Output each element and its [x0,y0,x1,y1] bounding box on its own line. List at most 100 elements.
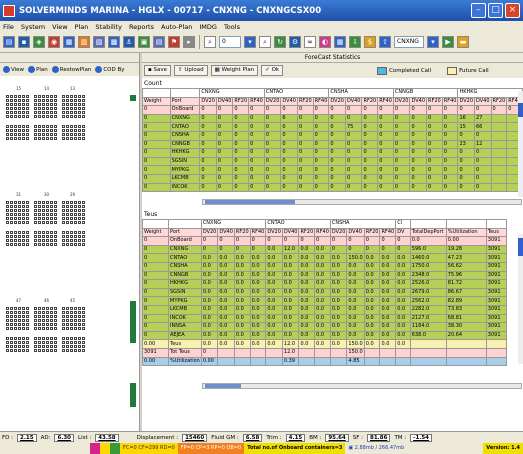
slot-cell[interactable] [78,243,81,246]
slot-cell[interactable] [6,99,9,102]
slot-cell[interactable] [14,311,17,314]
slot-cell[interactable] [6,243,9,246]
slot-cell[interactable] [10,341,13,344]
slot-cell[interactable] [26,129,29,132]
slot-cell[interactable] [18,349,21,352]
slot-cell[interactable] [74,341,77,344]
settings-icon[interactable]: ⚙ [289,36,301,48]
slot-cell[interactable] [50,307,53,310]
slot-cell[interactable] [42,315,45,318]
slot-cell[interactable] [74,327,77,330]
slot-cell[interactable] [22,103,25,106]
slot-cell[interactable] [26,107,29,110]
slot-cell[interactable] [46,217,49,220]
slot-cell[interactable] [6,205,9,208]
slot-cell[interactable] [26,99,29,102]
bay-grid[interactable] [62,201,85,224]
bay-grid[interactable] [62,125,85,140]
slot-cell[interactable] [22,231,25,234]
stack-icon[interactable]: ▥ [78,36,90,48]
slot-cell[interactable] [74,345,77,348]
radio-restow-plan[interactable]: RestowPlan [51,66,91,73]
slot-cell[interactable] [78,327,81,330]
table-row[interactable]: 0 CNTAO 0 0 0 0 0 0 0 0 0 75 0 0 0 0 0 0 15 66 [142,122,523,132]
slot-cell[interactable] [62,349,65,352]
slot-cell[interactable] [38,95,41,98]
slot-cell[interactable] [74,337,77,340]
bay-grid[interactable] [34,231,57,246]
slot-cell[interactable] [14,133,17,136]
slot-cell[interactable] [70,307,73,310]
slot-cell[interactable] [62,107,65,110]
slot-cell[interactable] [22,243,25,246]
slot-cell[interactable] [22,337,25,340]
table-row[interactable]: 0 OnBoard 0 0 0 0 0 0 0 0 0 0 0 0 0 0 0 0 0 0 0 0 [142,105,523,115]
slot-cell[interactable] [14,341,17,344]
menu-plan[interactable]: Plan [75,23,89,31]
slot-cell[interactable] [62,235,65,238]
slot-cell[interactable] [26,239,29,242]
slot-cell[interactable] [74,231,77,234]
slot-cell[interactable] [42,205,45,208]
slot-cell[interactable] [34,319,37,322]
slot-cell[interactable] [10,315,13,318]
slot-cell[interactable] [66,341,69,344]
slot-cell[interactable] [14,125,17,128]
slot-cell[interactable] [6,315,9,318]
slot-cell[interactable] [62,307,65,310]
slot-cell[interactable] [78,239,81,242]
slot-cell[interactable] [34,221,37,224]
table-row[interactable]: 0 HKHKG 0.0 0.0 0.0 0.0 0.0 0.0 0.0 0.0 0.0 0.0 0.0 0… [142,279,507,289]
slot-cell[interactable] [70,95,73,98]
slot-cell[interactable] [34,209,37,212]
slot-cell[interactable] [46,129,49,132]
slot-cell[interactable] [74,99,77,102]
slot-cell[interactable] [46,341,49,344]
slot-cell[interactable] [62,341,65,344]
slot-cell[interactable] [78,319,81,322]
slot-cell[interactable] [50,205,53,208]
slot-cell[interactable] [82,239,85,242]
slot-cell[interactable] [34,337,37,340]
slot-cell[interactable] [78,315,81,318]
slot-cell[interactable] [10,95,13,98]
slot-cell[interactable] [42,327,45,330]
slot-cell[interactable] [78,337,81,340]
table-row[interactable]: 0 CNSHA 0 0 0 0 0 0 0 0 0 0 0 0 0 0 0 0 0 0 [142,130,523,141]
slot-cell[interactable] [34,345,37,348]
report-icon[interactable]: ▧ [93,36,105,48]
slot-cell[interactable] [18,341,21,344]
slot-cell[interactable] [62,231,65,234]
slot-cell[interactable] [54,319,57,322]
slot-cell[interactable] [10,349,13,352]
slot-cell[interactable] [74,235,77,238]
slot-cell[interactable] [66,99,69,102]
slot-cell[interactable] [66,111,69,114]
slot-cell[interactable] [62,337,65,340]
slot-cell[interactable] [62,311,65,314]
minimize-button[interactable]: – [471,3,486,18]
slot-cell[interactable] [66,103,69,106]
table-row[interactable]: 0.00 Teus 0.0 0.0 0.0 0.0 0.0 12.0 0.0 0.0 0.0 150.… [142,339,507,349]
slot-cell[interactable] [14,209,17,212]
slot-cell[interactable] [66,137,69,140]
slot-cell[interactable] [82,323,85,326]
slot-cell[interactable] [46,209,49,212]
slot-cell[interactable] [70,243,73,246]
close-button[interactable]: × [505,3,520,18]
slot-cell[interactable] [42,349,45,352]
slot-cell[interactable] [18,99,21,102]
slot-cell[interactable] [66,201,69,204]
slot-cell[interactable] [26,231,29,234]
slot-cell[interactable] [54,217,57,220]
radio-plan[interactable]: Plan [28,66,48,73]
slot-cell[interactable] [78,323,81,326]
slot-cell[interactable] [62,103,65,106]
slot-cell[interactable] [66,235,69,238]
slot-cell[interactable] [34,115,37,118]
slot-cell[interactable] [46,231,49,234]
slot-cell[interactable] [46,243,49,246]
slot-cell[interactable] [18,205,21,208]
bay-grid[interactable] [6,307,29,330]
weight-plan-button[interactable]: ▦ Weight Plan [210,65,259,76]
